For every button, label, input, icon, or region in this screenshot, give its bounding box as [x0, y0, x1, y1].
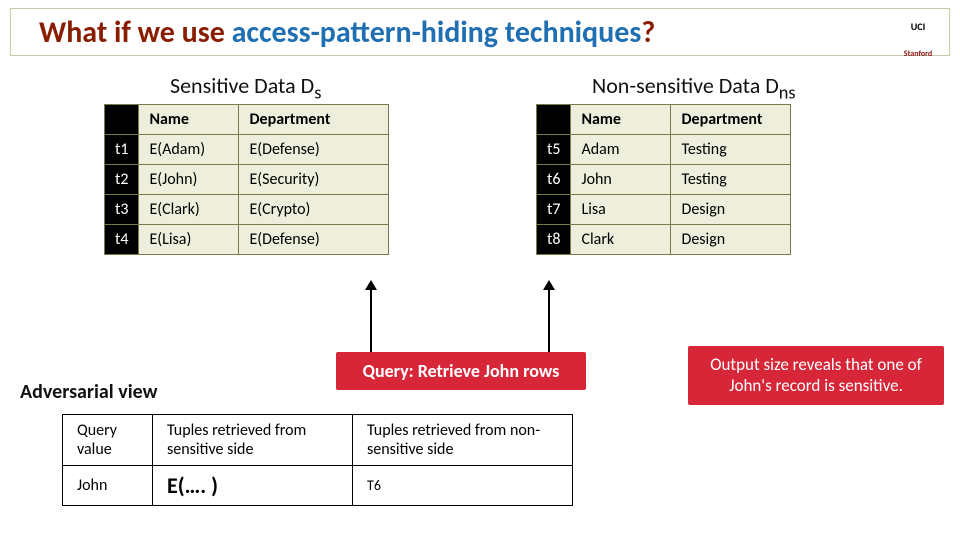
logo-stack: UCI Stanford — [899, 13, 937, 67]
col-name: Name — [571, 105, 671, 135]
table-header-row: Name Department — [105, 105, 389, 135]
adversarial-view-label: Adversarial view — [20, 380, 158, 404]
table-row: t7LisaDesign — [537, 195, 791, 225]
query-callout: Query: Retrieve John rows — [336, 352, 586, 390]
title-accent: access-pattern-hiding techniques — [232, 14, 642, 51]
col-nonsensitive-tuples: Tuples retrieved from non-sensitive side — [353, 415, 573, 466]
table-row: t3E(Clark)E(Crypto) — [105, 195, 389, 225]
sensitive-table: Name Department t1E(Adam)E(Defense) t2E(… — [104, 104, 389, 255]
title-suffix: ? — [641, 14, 655, 51]
nonsensitive-table: Name Department t5AdamTesting t6JohnTest… — [536, 104, 791, 255]
corner-cell — [537, 105, 571, 135]
table-header-row: Query value Tuples retrieved from sensit… — [63, 415, 573, 466]
table-row: t5AdamTesting — [537, 135, 791, 165]
query-value-cell: John — [63, 466, 153, 506]
col-name: Name — [139, 105, 239, 135]
nonsensitive-data-label: Non-sensitive Data Dns — [592, 72, 796, 103]
slide-title: What if we use access-pattern-hiding tec… — [39, 14, 655, 51]
arrow-icon — [548, 288, 550, 352]
table-header-row: Name Department — [537, 105, 791, 135]
table-row: t8ClarkDesign — [537, 225, 791, 255]
reveal-callout: Output size reveals that one of John's r… — [688, 346, 944, 405]
col-query-value: Query value — [63, 415, 153, 466]
table-row: t6JohnTesting — [537, 165, 791, 195]
table-row: t4E(Lisa)E(Defense) — [105, 225, 389, 255]
sensitive-data-label: Sensitive Data Ds — [170, 72, 321, 103]
col-department: Department — [671, 105, 791, 135]
title-bar: What if we use access-pattern-hiding tec… — [10, 8, 950, 56]
corner-cell — [105, 105, 139, 135]
table-row: t2E(John)E(Security) — [105, 165, 389, 195]
table-row: t1E(Adam)E(Defense) — [105, 135, 389, 165]
arrow-icon — [370, 288, 372, 352]
sensitive-tuples-cell: E(…. ) — [153, 466, 353, 506]
title-prefix: What if we use — [39, 14, 232, 51]
uci-logo: UCI — [899, 13, 937, 39]
adversarial-table: Query value Tuples retrieved from sensit… — [62, 414, 573, 506]
nonsensitive-tuples-cell: T6 — [353, 466, 573, 506]
table-row: John E(…. ) T6 — [63, 466, 573, 506]
col-department: Department — [239, 105, 389, 135]
col-sensitive-tuples: Tuples retrieved from sensitive side — [153, 415, 353, 466]
stanford-logo: Stanford — [899, 41, 937, 67]
